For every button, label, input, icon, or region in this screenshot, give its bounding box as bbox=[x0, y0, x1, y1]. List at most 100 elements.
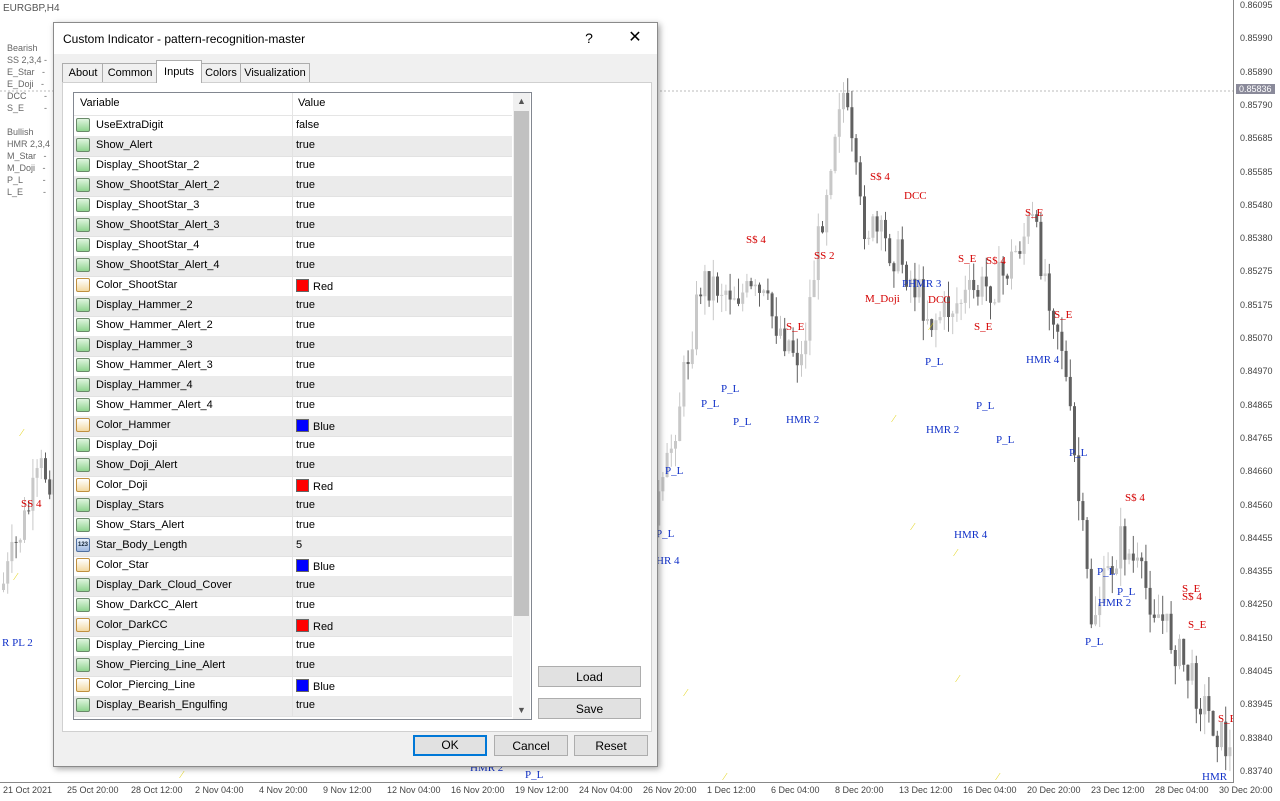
grid-row[interactable]: Show_ShootStar_Alert_2 true bbox=[74, 176, 512, 197]
grid-row[interactable]: Show_Stars_Alert true bbox=[74, 516, 512, 537]
grid-row[interactable]: Show_ShootStar_Alert_4 true bbox=[74, 256, 512, 277]
close-icon[interactable]: ✕ bbox=[620, 25, 650, 51]
param-value-cell[interactable]: Blue bbox=[296, 679, 335, 693]
param-value-cell[interactable]: true bbox=[296, 259, 315, 271]
grid-row[interactable]: Display_Stars true bbox=[74, 496, 512, 517]
param-value-cell[interactable]: true bbox=[296, 199, 315, 211]
grid-row[interactable]: 123 Star_Body_Length 5 bbox=[74, 536, 512, 557]
grid-row[interactable]: Show_Alert true bbox=[74, 136, 512, 157]
column-divider[interactable] bbox=[292, 93, 293, 115]
tab-about[interactable]: About bbox=[62, 63, 104, 82]
grid-row[interactable]: Color_ShootStar Red bbox=[74, 276, 512, 297]
legend-line: M_Star - bbox=[7, 151, 47, 161]
scroll-thumb[interactable] bbox=[514, 111, 529, 616]
candle-body bbox=[39, 458, 43, 469]
param-value-cell[interactable]: true bbox=[296, 699, 315, 711]
param-value-cell[interactable]: true bbox=[296, 359, 315, 371]
time-tick: 16 Dec 04:00 bbox=[963, 785, 1017, 795]
param-value-cell[interactable]: true bbox=[296, 499, 315, 511]
time-tick: 8 Dec 20:00 bbox=[835, 785, 884, 795]
grid-row[interactable]: Color_Hammer Blue bbox=[74, 416, 512, 437]
grid-row[interactable]: Show_Piercing_Line_Alert true bbox=[74, 656, 512, 677]
param-value-cell[interactable]: true bbox=[296, 319, 315, 331]
time-scale[interactable]: 21 Oct 2021 25 Oct 20:00 28 Oct 12:00 2 Nov… bbox=[0, 782, 1273, 801]
grid-row[interactable]: Display_Doji true bbox=[74, 436, 512, 457]
grid-row[interactable]: Color_Star Blue bbox=[74, 556, 512, 577]
param-value-cell[interactable]: true bbox=[296, 159, 315, 171]
grid-row[interactable]: Display_Hammer_4 true bbox=[74, 376, 512, 397]
param-name: Show_ShootStar_Alert_3 bbox=[96, 219, 220, 231]
grid-row[interactable]: Display_Hammer_3 true bbox=[74, 336, 512, 357]
param-value-cell[interactable]: true bbox=[296, 659, 315, 671]
grid-row[interactable]: Color_Piercing_Line Blue bbox=[74, 676, 512, 697]
param-value-cell[interactable]: 5 bbox=[296, 539, 302, 551]
param-value-cell[interactable]: true bbox=[296, 639, 315, 651]
param-value-cell[interactable]: Red bbox=[296, 619, 333, 633]
inputs-grid[interactable]: Variable Value UseExtraDigit false Show_Al… bbox=[73, 92, 532, 720]
param-value-cell[interactable]: true bbox=[296, 439, 315, 451]
grid-row[interactable]: Show_Hammer_Alert_4 true bbox=[74, 396, 512, 417]
grid-row[interactable]: Display_ShootStar_2 true bbox=[74, 156, 512, 177]
grid-row[interactable]: Show_DarkCC_Alert true bbox=[74, 596, 512, 617]
grid-row[interactable]: Display_Dark_Cloud_Cover true bbox=[74, 576, 512, 597]
grid-row[interactable]: Show_ShootStar_Alert_3 true bbox=[74, 216, 512, 237]
param-value-cell[interactable]: Blue bbox=[296, 419, 335, 433]
boolean-param-icon bbox=[76, 298, 90, 312]
grid-row[interactable]: Display_ShootStar_3 true bbox=[74, 196, 512, 217]
tab-colors[interactable]: Colors bbox=[200, 63, 242, 82]
param-value-cell[interactable]: true bbox=[296, 399, 315, 411]
chart-symbol: EURGBP,H4 bbox=[3, 3, 60, 14]
column-header-value[interactable]: Value bbox=[298, 97, 325, 109]
reset-button[interactable]: Reset bbox=[574, 735, 648, 756]
cancel-button[interactable]: Cancel bbox=[494, 735, 568, 756]
grid-row[interactable]: Color_DarkCC Red bbox=[74, 616, 512, 637]
param-value-cell[interactable]: true bbox=[296, 579, 315, 591]
param-value-cell[interactable]: true bbox=[296, 339, 315, 351]
column-header-variable[interactable]: Variable bbox=[80, 97, 120, 109]
grid-row[interactable]: Color_Doji Red bbox=[74, 476, 512, 497]
param-value-cell[interactable]: true bbox=[296, 179, 315, 191]
param-value-cell[interactable]: true bbox=[296, 239, 315, 251]
grid-row[interactable]: Display_Piercing_Line true bbox=[74, 636, 512, 657]
pattern-label: S_E bbox=[974, 321, 993, 333]
load-button[interactable]: Load bbox=[538, 666, 641, 687]
param-value-cell[interactable]: true bbox=[296, 459, 315, 471]
param-value-cell[interactable]: Red bbox=[296, 479, 333, 493]
param-value-cell[interactable]: true bbox=[296, 299, 315, 311]
scroll-down-icon[interactable]: ▼ bbox=[513, 702, 530, 719]
grid-row[interactable]: Display_Hammer_2 true bbox=[74, 296, 512, 317]
save-button[interactable]: Save bbox=[538, 698, 641, 719]
custom-indicator-dialog: Custom Indicator - pattern-recognition-m… bbox=[53, 22, 658, 767]
dialog-titlebar[interactable]: Custom Indicator - pattern-recognition-m… bbox=[54, 23, 657, 54]
param-value-cell[interactable]: true bbox=[296, 219, 315, 231]
param-name: Show_Stars_Alert bbox=[96, 519, 185, 531]
param-value-cell[interactable]: false bbox=[296, 119, 319, 131]
grid-row[interactable]: Display_Bearish_Engulfing true bbox=[74, 696, 512, 717]
param-value-cell[interactable]: true bbox=[296, 519, 315, 531]
grid-scrollbar[interactable]: ▲ ▼ bbox=[513, 93, 530, 719]
grid-row[interactable]: UseExtraDigit false bbox=[74, 116, 512, 137]
grid-row[interactable]: Display_ShootStar_4 true bbox=[74, 236, 512, 257]
param-value-cell[interactable]: Blue bbox=[296, 559, 335, 573]
tab-visualization[interactable]: Visualization bbox=[240, 63, 310, 82]
candle-body bbox=[1165, 613, 1169, 621]
param-value-cell[interactable]: true bbox=[296, 139, 315, 151]
grid-row[interactable]: Show_Hammer_Alert_3 true bbox=[74, 356, 512, 377]
ok-button[interactable]: OK bbox=[413, 735, 487, 756]
param-value-cell[interactable]: true bbox=[296, 379, 315, 391]
pattern-label: HR 4 bbox=[656, 555, 680, 567]
marker-icon: ⁄ bbox=[912, 522, 914, 533]
param-value-cell[interactable]: Red bbox=[296, 279, 333, 293]
legend-line: Bullish bbox=[7, 127, 34, 137]
grid-row[interactable]: Show_Doji_Alert true bbox=[74, 456, 512, 477]
tab-inputs[interactable]: Inputs bbox=[156, 60, 202, 83]
boolean-param-icon bbox=[76, 398, 90, 412]
cell-divider bbox=[292, 216, 293, 236]
price-scale[interactable]: 0.86095 0.85990 0.85890 0.85790 0.85685 0.855… bbox=[1233, 0, 1280, 782]
tab-common[interactable]: Common bbox=[102, 63, 158, 82]
grid-row[interactable]: Show_Hammer_Alert_2 true bbox=[74, 316, 512, 337]
help-button[interactable]: ? bbox=[578, 25, 600, 51]
time-tick: 20 Dec 20:00 bbox=[1027, 785, 1081, 795]
param-value-cell[interactable]: true bbox=[296, 599, 315, 611]
scroll-up-icon[interactable]: ▲ bbox=[513, 93, 530, 110]
